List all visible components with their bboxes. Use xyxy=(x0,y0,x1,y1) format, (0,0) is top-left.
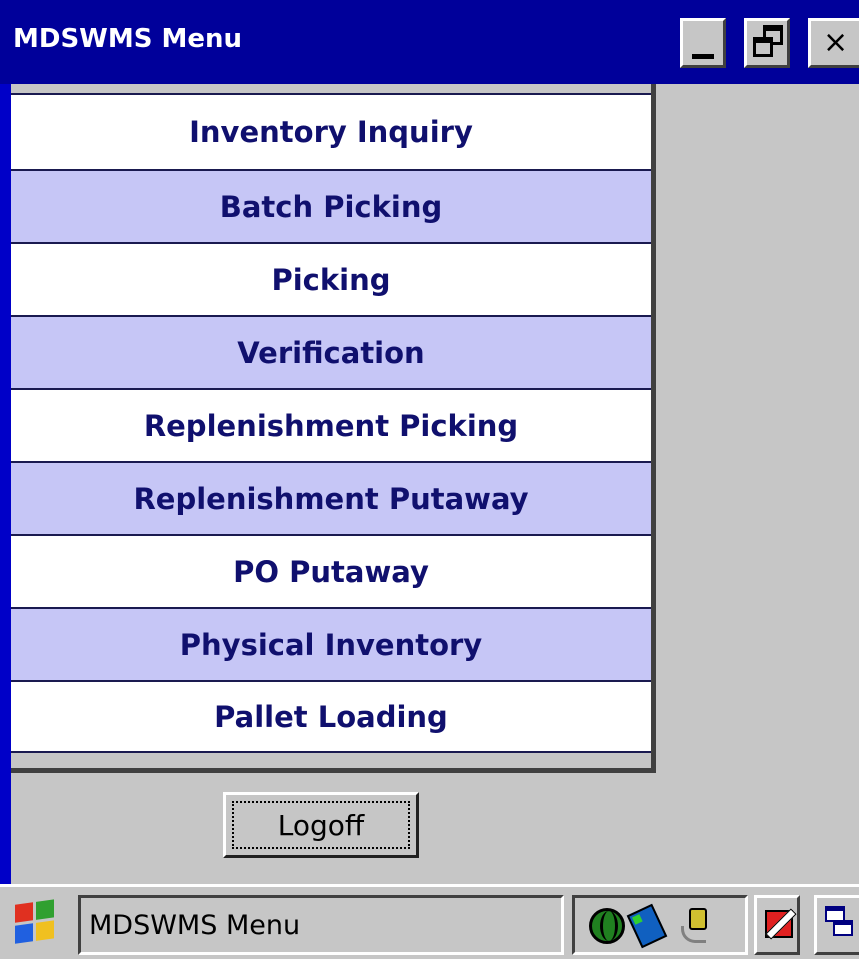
desktop-button[interactable] xyxy=(814,895,859,955)
logoff-label: Logoff xyxy=(277,808,365,842)
menu-item-batch-picking[interactable]: Batch Picking xyxy=(11,169,651,242)
restore-button[interactable] xyxy=(744,18,790,68)
taskbar: MDSWMS Menu xyxy=(0,884,859,959)
taskbar-window-button[interactable]: MDSWMS Menu xyxy=(78,895,564,955)
system-tray xyxy=(572,895,748,955)
menu-item-replenishment-putaway[interactable]: Replenishment Putaway xyxy=(11,461,651,534)
menu-item-replenishment-picking[interactable]: Replenishment Picking xyxy=(11,388,651,461)
input-panel-button[interactable] xyxy=(754,895,800,955)
menu-item-verification[interactable]: Verification xyxy=(11,315,651,388)
menu-item-pallet-loading[interactable]: Pallet Loading xyxy=(11,680,651,753)
start-button[interactable] xyxy=(4,893,66,951)
title-bar: MDSWMS Menu × xyxy=(0,0,859,84)
client-area: Inventory Inquiry Batch Picking Picking … xyxy=(11,84,859,884)
menu-item-po-putaway[interactable]: PO Putaway xyxy=(11,534,651,607)
logoff-button[interactable]: Logoff xyxy=(223,792,419,858)
globe-icon[interactable] xyxy=(589,908,625,944)
minimize-button[interactable] xyxy=(680,18,726,68)
windows-flag-icon xyxy=(15,899,55,945)
minimize-icon xyxy=(692,54,714,59)
close-icon: × xyxy=(823,25,849,60)
taskbar-window-label: MDSWMS Menu xyxy=(89,910,301,941)
menu-item-inventory-inquiry[interactable]: Inventory Inquiry xyxy=(11,93,651,169)
network-icon[interactable] xyxy=(626,903,668,949)
menu-item-physical-inventory[interactable]: Physical Inventory xyxy=(11,607,651,680)
main-menu-list: Inventory Inquiry Batch Picking Picking … xyxy=(11,84,656,773)
close-button[interactable]: × xyxy=(808,18,859,68)
window-title: MDSWMS Menu xyxy=(13,24,243,54)
power-plug-icon[interactable] xyxy=(679,908,709,944)
menu-item-picking[interactable]: Picking xyxy=(11,242,651,315)
